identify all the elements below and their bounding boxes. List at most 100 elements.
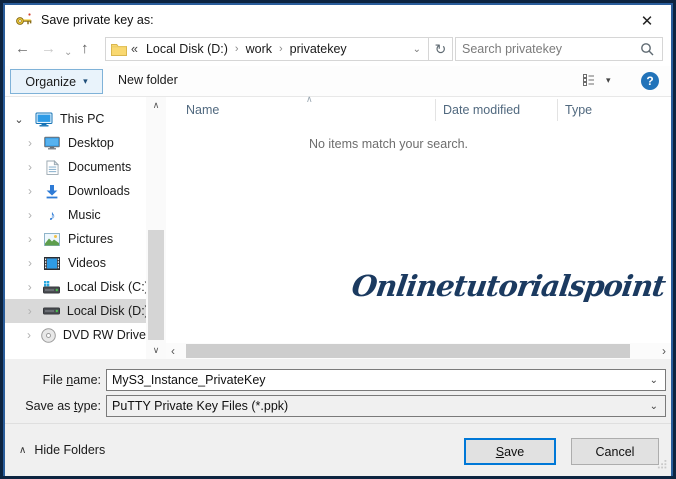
address-bar[interactable]: « Local Disk (D:) › work › privatekey ⌄ (105, 37, 429, 61)
sidebar-item-desktop[interactable]: › Desktop (5, 131, 146, 155)
breadcrumb-segment-privatekey[interactable]: privatekey (285, 42, 352, 56)
drive-icon (42, 306, 61, 316)
horizontal-scrollbar-thumb[interactable] (186, 344, 630, 358)
save-as-type-combobox[interactable]: PuTTY Private Key Files (*.ppk) ⌄ (106, 395, 666, 417)
chevron-down-icon: ▾ (83, 76, 88, 87)
view-switcher-button[interactable]: ▾ (583, 74, 611, 86)
pictures-icon (42, 233, 62, 246)
chevron-collapsed-icon[interactable]: › (24, 304, 36, 318)
hide-folders-label: Hide Folders (34, 443, 105, 457)
sidebar-item-label: Desktop (68, 136, 114, 150)
address-dropdown-chevron-icon[interactable]: ⌄ (406, 44, 428, 55)
refresh-icon: ↻ (435, 41, 447, 58)
column-separator[interactable] (435, 99, 436, 121)
footer-bar: ∧ Hide Folders Save Cancel (5, 423, 671, 476)
navigation-pane: ⌄ This PC › (5, 97, 146, 359)
breadcrumb-segment-drive[interactable]: Local Disk (D:) (141, 42, 233, 56)
help-button[interactable]: ? (641, 72, 659, 90)
sort-ascending-icon: ∧ (306, 94, 313, 105)
sidebar-item-label: Pictures (68, 232, 113, 246)
videos-icon (42, 257, 62, 270)
sidebar-item-label: Music (68, 208, 101, 222)
new-folder-button[interactable]: New folder (118, 73, 178, 87)
sidebar-item-music[interactable]: › ♪ Music (5, 203, 146, 227)
sidebar-scrollbar-thumb[interactable] (148, 230, 164, 340)
empty-folder-message: No items match your search. (166, 137, 611, 151)
column-header-date-modified[interactable]: Date modified (443, 103, 520, 117)
hide-folders-button[interactable]: ∧ Hide Folders (19, 443, 105, 457)
chevron-expanded-icon[interactable]: ⌄ (13, 113, 25, 126)
sidebar-scrollbar[interactable]: ∧ ∨ (146, 97, 166, 359)
breadcrumb-collapse[interactable]: « (127, 42, 141, 56)
puttygen-key-icon (15, 12, 33, 28)
scroll-right-icon[interactable]: › (662, 345, 666, 357)
chevron-up-icon: ∧ (19, 445, 26, 456)
sidebar-item-dvd-drive[interactable]: › DVD RW Drive (E (5, 323, 146, 347)
breadcrumb-separator-icon: › (233, 43, 241, 55)
combo-dropdown-icon[interactable]: ⌄ (643, 401, 665, 412)
sidebar-item-label: DVD RW Drive (E (63, 328, 146, 342)
search-box[interactable] (455, 37, 663, 61)
forward-icon[interactable]: → (41, 38, 56, 60)
column-header-row: ∧ Name Date modified Type (166, 97, 671, 123)
back-icon[interactable]: ← (15, 38, 30, 60)
sidebar-item-label: Downloads (68, 184, 130, 198)
close-icon[interactable]: ✕ (635, 9, 659, 33)
dvd-disc-icon (40, 328, 57, 343)
sidebar-item-downloads[interactable]: › Downloads (5, 179, 146, 203)
chevron-collapsed-icon[interactable]: › (24, 232, 36, 246)
file-list-pane: ∧ Name Date modified Type No items match… (166, 97, 671, 359)
search-icon[interactable] (640, 42, 662, 56)
organize-label: Organize (25, 75, 76, 89)
column-header-name[interactable]: Name (186, 103, 219, 117)
sidebar-item-label: Documents (68, 160, 131, 174)
file-name-input[interactable] (107, 373, 643, 387)
watermark-text: Onlinetutorialspoint (350, 269, 667, 303)
sidebar-item-local-disk-c[interactable]: › Local Disk (C:) (5, 275, 146, 299)
recent-locations-chevron-icon[interactable]: ⌄ (64, 42, 72, 64)
search-input[interactable] (456, 42, 640, 56)
folder-icon (111, 43, 127, 56)
chevron-collapsed-icon[interactable]: › (24, 136, 36, 150)
chevron-collapsed-icon[interactable]: › (24, 328, 34, 342)
combo-dropdown-icon[interactable]: ⌄ (643, 375, 665, 386)
sidebar-item-label: Videos (68, 256, 106, 270)
chevron-collapsed-icon[interactable]: › (24, 208, 36, 222)
sidebar-item-label: Local Disk (D:) (67, 304, 146, 318)
file-fields-area: File name: ⌄ Save as type: PuTTY Private… (5, 359, 671, 423)
downloads-icon (42, 184, 62, 199)
music-note-icon: ♪ (42, 207, 62, 223)
sidebar-item-this-pc[interactable]: ⌄ This PC (5, 107, 146, 131)
sidebar-item-pictures[interactable]: › Pictures (5, 227, 146, 251)
desktop-icon (42, 136, 62, 150)
file-name-label: File name: (5, 373, 101, 387)
scroll-down-icon[interactable]: ∨ (146, 345, 166, 356)
save-private-key-dialog: Save private key as: ✕ ← → ⌄ ↑ « Local D… (0, 0, 676, 479)
help-icon: ? (646, 74, 653, 88)
sidebar-item-documents[interactable]: › Documents (5, 155, 146, 179)
this-pc-icon (34, 111, 54, 127)
scroll-left-icon[interactable]: ‹ (171, 345, 175, 357)
save-button[interactable]: Save (464, 438, 556, 465)
resize-grip[interactable] (657, 458, 667, 472)
chevron-collapsed-icon[interactable]: › (24, 160, 36, 174)
chevron-collapsed-icon[interactable]: › (24, 280, 36, 294)
organize-button[interactable]: Organize ▾ (10, 69, 103, 94)
column-header-type[interactable]: Type (565, 103, 592, 117)
scroll-up-icon[interactable]: ∧ (146, 100, 166, 111)
sidebar-item-videos[interactable]: › Videos (5, 251, 146, 275)
up-icon[interactable]: ↑ (81, 38, 89, 60)
breadcrumb-segment-work[interactable]: work (241, 42, 277, 56)
horizontal-scrollbar[interactable]: ‹ › (166, 343, 671, 359)
file-name-combobox[interactable]: ⌄ (106, 369, 666, 391)
chevron-down-icon: ▾ (606, 75, 611, 86)
column-separator[interactable] (557, 99, 558, 121)
sidebar-item-local-disk-d[interactable]: › Local Disk (D:) (5, 299, 146, 323)
details-view-icon (583, 74, 598, 86)
refresh-button[interactable]: ↻ (428, 37, 453, 61)
window-title: Save private key as: (41, 13, 154, 27)
cancel-button[interactable]: Cancel (571, 438, 659, 465)
chevron-collapsed-icon[interactable]: › (24, 184, 36, 198)
save-as-type-label: Save as type: (5, 399, 101, 413)
chevron-collapsed-icon[interactable]: › (24, 256, 36, 270)
